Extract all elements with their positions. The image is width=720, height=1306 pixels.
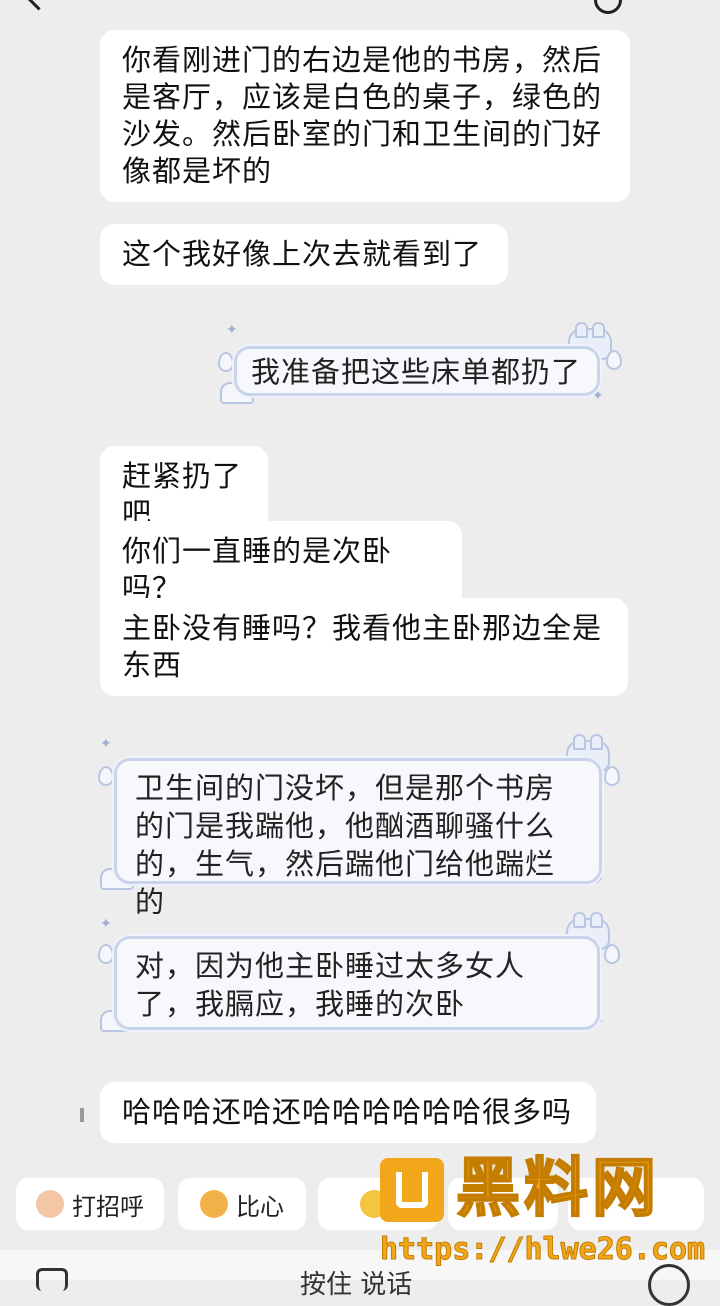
top-bar: [0, 0, 720, 14]
message-bubble: 这个我好像上次去就看到了: [100, 224, 508, 285]
watermark-logo-icon: [380, 1158, 444, 1222]
quick-reply-chip[interactable]: 打招呼: [16, 1178, 164, 1230]
chip-label: 打招呼: [72, 1192, 144, 1221]
message-bubble: 我准备把这些床单都扔了: [234, 346, 600, 396]
chip-label: 比心: [236, 1192, 284, 1221]
quick-reply-chip[interactable]: 比心: [178, 1178, 306, 1230]
watermark-url: https://hlwe26.com: [379, 1232, 706, 1268]
divider: [80, 1108, 84, 1122]
watermark: 黑料网 https://hlwe26.com: [379, 1150, 710, 1275]
watermark-title: 黑料网: [455, 1151, 660, 1227]
message-bubble: 主卧没有睡吗？我看他主卧那边全是东西: [100, 598, 628, 696]
message-bubble: 你看刚进门的右边是他的书房，然后是客厅，应该是白色的桌子，绿色的沙发。然后卧室的…: [100, 30, 630, 202]
message-bubble: 对，因为他主卧睡过太多女人了，我膈应，我睡的次卧: [114, 936, 600, 1030]
message-bubble: 哈哈哈还哈还哈哈哈哈哈哈很多吗: [100, 1082, 596, 1143]
back-arrow-icon[interactable]: [26, 0, 51, 11]
message-bubble: 卫生间的门没坏，但是那个书房的门是我踹他，他酗酒聊骚什么的，生气，然后踹他门给他…: [114, 758, 602, 919]
more-icon[interactable]: [594, 0, 622, 14]
wave-emoji-icon: [36, 1190, 64, 1218]
heart-hands-emoji-icon: [200, 1190, 228, 1218]
